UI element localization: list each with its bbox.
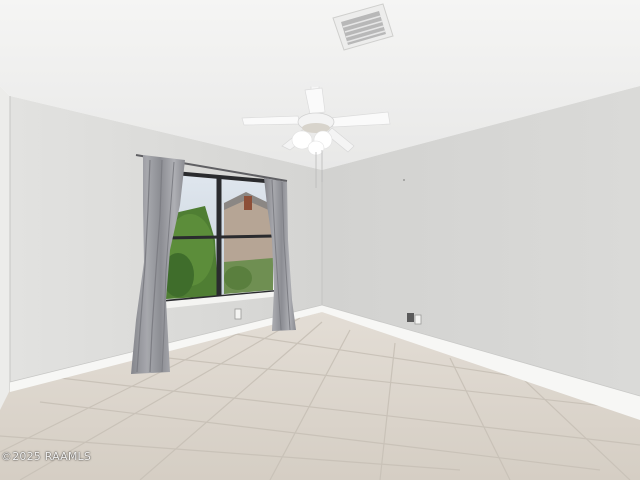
door-frame-edge: [0, 86, 10, 410]
room-photo: ©2025 RAAMLS: [0, 0, 640, 480]
room-illustration: [0, 0, 640, 480]
watermark-copyright: ©2025 RAAMLS: [1, 450, 92, 463]
wall-outlet-icon-left: [234, 308, 242, 320]
